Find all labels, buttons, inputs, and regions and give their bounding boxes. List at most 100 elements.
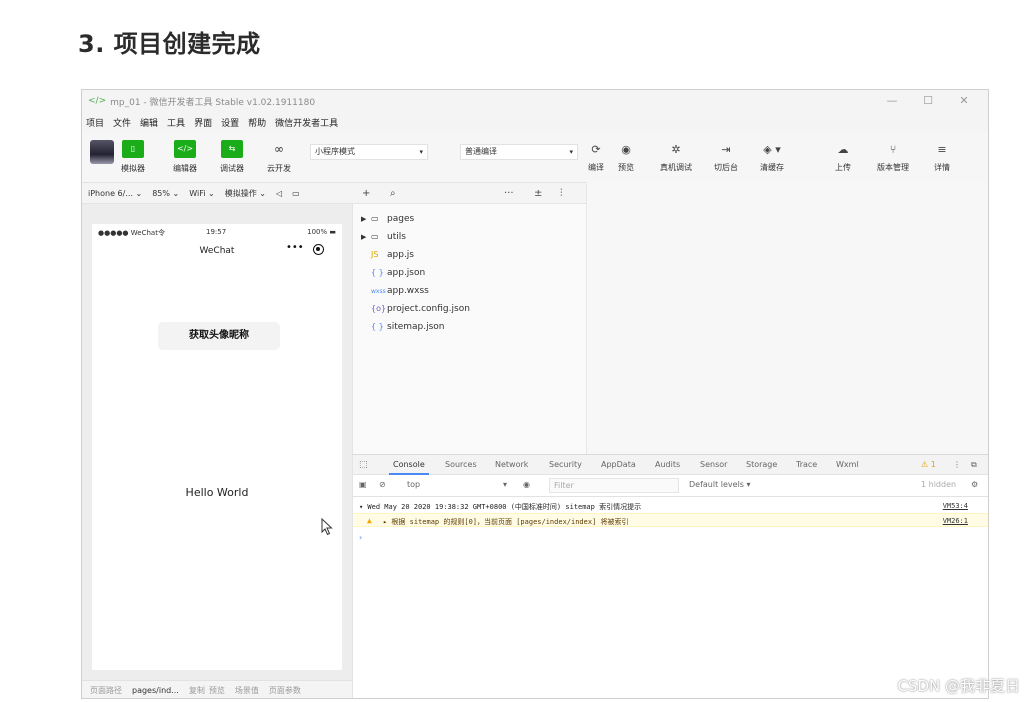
menu-settings[interactable]: 设置	[221, 116, 239, 129]
compile-mode-value: 普通编译	[465, 147, 497, 156]
chevron-down-icon[interactable]: ▾	[503, 480, 507, 489]
copy-path-button[interactable]: 复制	[189, 685, 205, 696]
editor-label: 编辑器	[173, 164, 197, 173]
json-file-icon: { }	[371, 268, 384, 277]
kebab-menu-icon[interactable]: ⋮	[953, 460, 961, 469]
log-source-link[interactable]: VM53:4	[943, 502, 968, 510]
editor-area[interactable]	[586, 182, 988, 454]
debugger-label: 调试器	[220, 164, 244, 173]
context-select[interactable]: top	[407, 480, 420, 489]
simulator-icon: ▯	[122, 140, 144, 158]
tab-wxml[interactable]: Wxml	[836, 460, 859, 469]
tab-storage[interactable]: Storage	[746, 460, 777, 469]
upload-button[interactable]: ☁ 上传	[826, 142, 860, 173]
debugger-toggle-button[interactable]: ⇆ 调试器	[215, 140, 249, 174]
file-name: utils	[387, 232, 406, 242]
maximize-button[interactable]: ☐	[910, 92, 946, 110]
minimize-button[interactable]: —	[874, 92, 910, 110]
preview-path-button[interactable]: 预览	[209, 685, 225, 696]
simulator-label: 模拟器	[121, 164, 145, 173]
switch-background-button[interactable]: ⇥ 切后台	[709, 142, 743, 173]
clear-console-icon[interactable]: ⊘	[379, 480, 386, 489]
console-filter-bar: ▣ ⊘ top ▾ ◉ Filter Default levels ▾ 1 hi…	[353, 475, 988, 497]
menu-view[interactable]: 界面	[194, 116, 212, 129]
network-select[interactable]: WiFi ⌄	[189, 189, 214, 198]
new-file-icon[interactable]: +	[362, 188, 370, 199]
clear-cache-button[interactable]: ◈ ▾ 清缓存	[755, 142, 789, 173]
carrier-signal: ●●●●● WeChat令	[98, 229, 165, 237]
cloud-dev-button[interactable]: ∞ 云开发	[262, 140, 296, 174]
undock-icon[interactable]: ⧉	[971, 460, 977, 470]
warning-source-link[interactable]: VM26:1	[943, 517, 968, 525]
inspect-element-icon[interactable]: ⬚	[359, 460, 368, 470]
folder-icon: ▭	[371, 232, 379, 241]
menu-edit[interactable]: 编辑	[140, 116, 158, 129]
compile-button[interactable]: ⟳ 编译	[579, 142, 613, 173]
menu-tools[interactable]: 工具	[167, 116, 185, 129]
collapse-icon[interactable]: ⫶	[560, 188, 563, 199]
preview-button[interactable]: ◉ 预览	[609, 142, 643, 173]
tree-file-app-json[interactable]: { } app.json	[361, 268, 425, 284]
console-warning-entry[interactable]: ▲ ▸ 根据 sitemap 的规则[0]，当前页面 [pages/index/…	[353, 513, 988, 527]
tab-audits[interactable]: Audits	[655, 460, 680, 469]
sort-icon[interactable]: ±	[534, 188, 542, 199]
tab-network[interactable]: Network	[495, 460, 528, 469]
file-explorer: ▶ ▭ pages ▶ ▭ utils JS app.js { } app.json wxs…	[352, 204, 586, 454]
js-file-icon: JS	[371, 250, 379, 259]
tree-folder-utils[interactable]: ▶ ▭ utils	[361, 232, 406, 248]
zoom-select[interactable]: 85% ⌄	[152, 189, 179, 198]
console-prompt-icon[interactable]: ›	[359, 533, 362, 542]
device-select[interactable]: iPhone 6/... ⌄	[88, 189, 142, 198]
menu-file[interactable]: 文件	[113, 116, 131, 129]
compile-label: 编译	[588, 163, 604, 172]
tab-console[interactable]: Console	[389, 460, 429, 475]
compile-mode-select[interactable]: 普通编译 ▾	[460, 144, 578, 160]
more-dots-icon[interactable]: •••	[286, 242, 304, 253]
tree-folder-pages[interactable]: ▶ ▭ pages	[361, 214, 414, 230]
menu-project[interactable]: 项目	[86, 116, 104, 129]
scene-value-button[interactable]: 场景值	[235, 685, 259, 696]
mode-select[interactable]: 小程序模式 ▾	[310, 144, 428, 160]
tab-security[interactable]: Security	[549, 460, 582, 469]
console-log-entry[interactable]: ▾ Wed May 20 2020 19:38:32 GMT+0800 (中国标…	[353, 499, 988, 513]
tree-file-project-config[interactable]: {o}project.config.json	[361, 304, 470, 320]
tab-sources[interactable]: Sources	[445, 460, 477, 469]
close-button[interactable]: ✕	[946, 92, 982, 110]
battery-indicator: 100% ▬	[307, 228, 336, 236]
simulate-operation-select[interactable]: 模拟操作 ⌄	[225, 188, 266, 199]
eye-icon[interactable]: ◉	[523, 480, 530, 489]
sidebar-toggle-icon[interactable]: ▣	[359, 480, 367, 489]
miniprogram-capsule: •••	[280, 242, 330, 258]
user-avatar[interactable]	[90, 140, 114, 164]
search-icon[interactable]: ⌕	[390, 188, 396, 199]
menu-wechat-devtools[interactable]: 微信开发者工具	[275, 116, 338, 129]
details-button[interactable]: ≡ 详情	[925, 142, 959, 173]
editor-toggle-button[interactable]: </> 编辑器	[168, 140, 202, 174]
debugger-icon: ⇆	[221, 140, 243, 158]
log-levels-select[interactable]: Default levels ▾	[689, 480, 751, 489]
tree-file-sitemap-json[interactable]: { } sitemap.json	[361, 322, 445, 338]
main-toolbar: ▯ 模拟器 </> 编辑器 ⇆ 调试器 ∞ 云开发 小程序模式 ▾ 普通编译 ▾…	[82, 132, 988, 182]
close-target-icon[interactable]	[313, 244, 324, 255]
tab-trace[interactable]: Trace	[796, 460, 817, 469]
menu-help[interactable]: 帮助	[248, 116, 266, 129]
rotate-icon[interactable]: ▭	[292, 189, 300, 198]
refresh-icon: ⟳	[591, 143, 601, 156]
warning-icon: ▲	[367, 516, 372, 525]
simulator-toggle-button[interactable]: ▯ 模拟器	[116, 140, 150, 174]
tree-file-app-wxss[interactable]: wxssapp.wxss	[361, 286, 429, 302]
tab-appdata[interactable]: AppData	[601, 460, 636, 469]
volume-icon[interactable]: ◁	[276, 189, 282, 198]
remote-debug-button[interactable]: ✲ 真机调试	[659, 142, 693, 173]
clear-cache-label: 清缓存	[760, 163, 784, 172]
warning-count-badge[interactable]: ⚠ 1	[921, 460, 936, 469]
page-params-button[interactable]: 页面参数	[269, 685, 301, 696]
debugger-panel: ⬚ Console Sources Network Security AppDa…	[352, 454, 988, 698]
console-filter-input[interactable]: Filter	[549, 478, 679, 493]
version-management-button[interactable]: ⑂ 版本管理	[876, 142, 910, 173]
tab-sensor[interactable]: Sensor	[700, 460, 727, 469]
more-icon[interactable]: ···	[504, 188, 514, 199]
settings-gear-icon[interactable]: ⚙	[971, 480, 978, 489]
tree-file-app-js[interactable]: JS app.js	[361, 250, 414, 266]
get-user-profile-button[interactable]: 获取头像昵称	[158, 322, 280, 350]
